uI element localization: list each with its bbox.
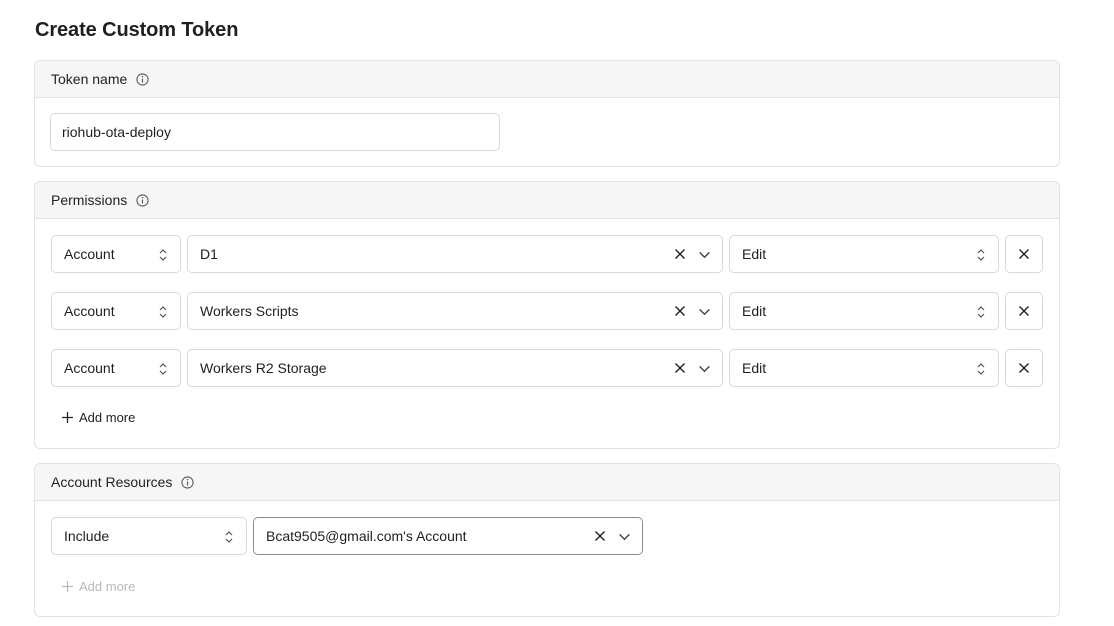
clear-icon[interactable]	[592, 528, 608, 544]
permission-resource-select[interactable]: Workers R2 Storage	[187, 349, 723, 387]
permission-access-select[interactable]: Edit	[729, 349, 999, 387]
chevron-updown-icon	[159, 306, 167, 318]
plus-icon	[62, 412, 73, 423]
resource-mode-select[interactable]: Include	[51, 517, 247, 555]
permission-access-select[interactable]: Edit	[729, 292, 999, 330]
permission-access-select[interactable]: Edit	[729, 235, 999, 273]
close-icon	[1019, 249, 1029, 259]
page-title: Create Custom Token	[35, 19, 239, 41]
plus-icon	[62, 581, 73, 592]
info-icon[interactable]	[135, 193, 149, 207]
permissions-card: Permissions Account D1 Edit Account Work…	[34, 181, 1060, 449]
permission-resource-select[interactable]: D1	[187, 235, 723, 273]
chevron-updown-icon	[977, 363, 985, 375]
permission-scope-select[interactable]: Account	[51, 292, 181, 330]
permission-scope-select[interactable]: Account	[51, 235, 181, 273]
info-icon[interactable]	[135, 72, 149, 86]
chevron-down-icon[interactable]	[696, 360, 712, 376]
close-icon	[1019, 306, 1029, 316]
permissions-header: Permissions	[35, 182, 1059, 219]
account-resources-header: Account Resources	[35, 464, 1059, 501]
permissions-title: Permissions	[51, 192, 128, 208]
clear-icon[interactable]	[672, 303, 688, 319]
account-select[interactable]: Bcat9505@gmail.com's Account	[253, 517, 643, 555]
chevron-updown-icon	[159, 249, 167, 261]
account-resources-card: Account Resources Include Bcat9505@gmail…	[34, 463, 1060, 617]
close-icon	[1019, 363, 1029, 373]
chevron-updown-icon	[159, 363, 167, 375]
remove-permission-button[interactable]	[1005, 349, 1043, 387]
remove-permission-button[interactable]	[1005, 292, 1043, 330]
chevron-updown-icon	[225, 531, 233, 543]
chevron-down-icon[interactable]	[616, 528, 632, 544]
info-icon[interactable]	[180, 475, 194, 489]
chevron-updown-icon	[977, 249, 985, 261]
permission-resource-select[interactable]: Workers Scripts	[187, 292, 723, 330]
permission-scope-select[interactable]: Account	[51, 349, 181, 387]
chevron-updown-icon	[977, 306, 985, 318]
add-resource-button[interactable]: Add more	[61, 579, 135, 594]
chevron-down-icon[interactable]	[696, 246, 712, 262]
account-resources-title: Account Resources	[51, 474, 173, 490]
token-name-input[interactable]	[50, 113, 500, 151]
clear-icon[interactable]	[672, 246, 688, 262]
token-name-title: Token name	[51, 71, 128, 87]
token-name-header: Token name	[35, 61, 1059, 98]
add-permission-button[interactable]: Add more	[61, 410, 135, 425]
token-name-card: Token name	[34, 60, 1060, 167]
chevron-down-icon[interactable]	[696, 303, 712, 319]
clear-icon[interactable]	[672, 360, 688, 376]
remove-permission-button[interactable]	[1005, 235, 1043, 273]
